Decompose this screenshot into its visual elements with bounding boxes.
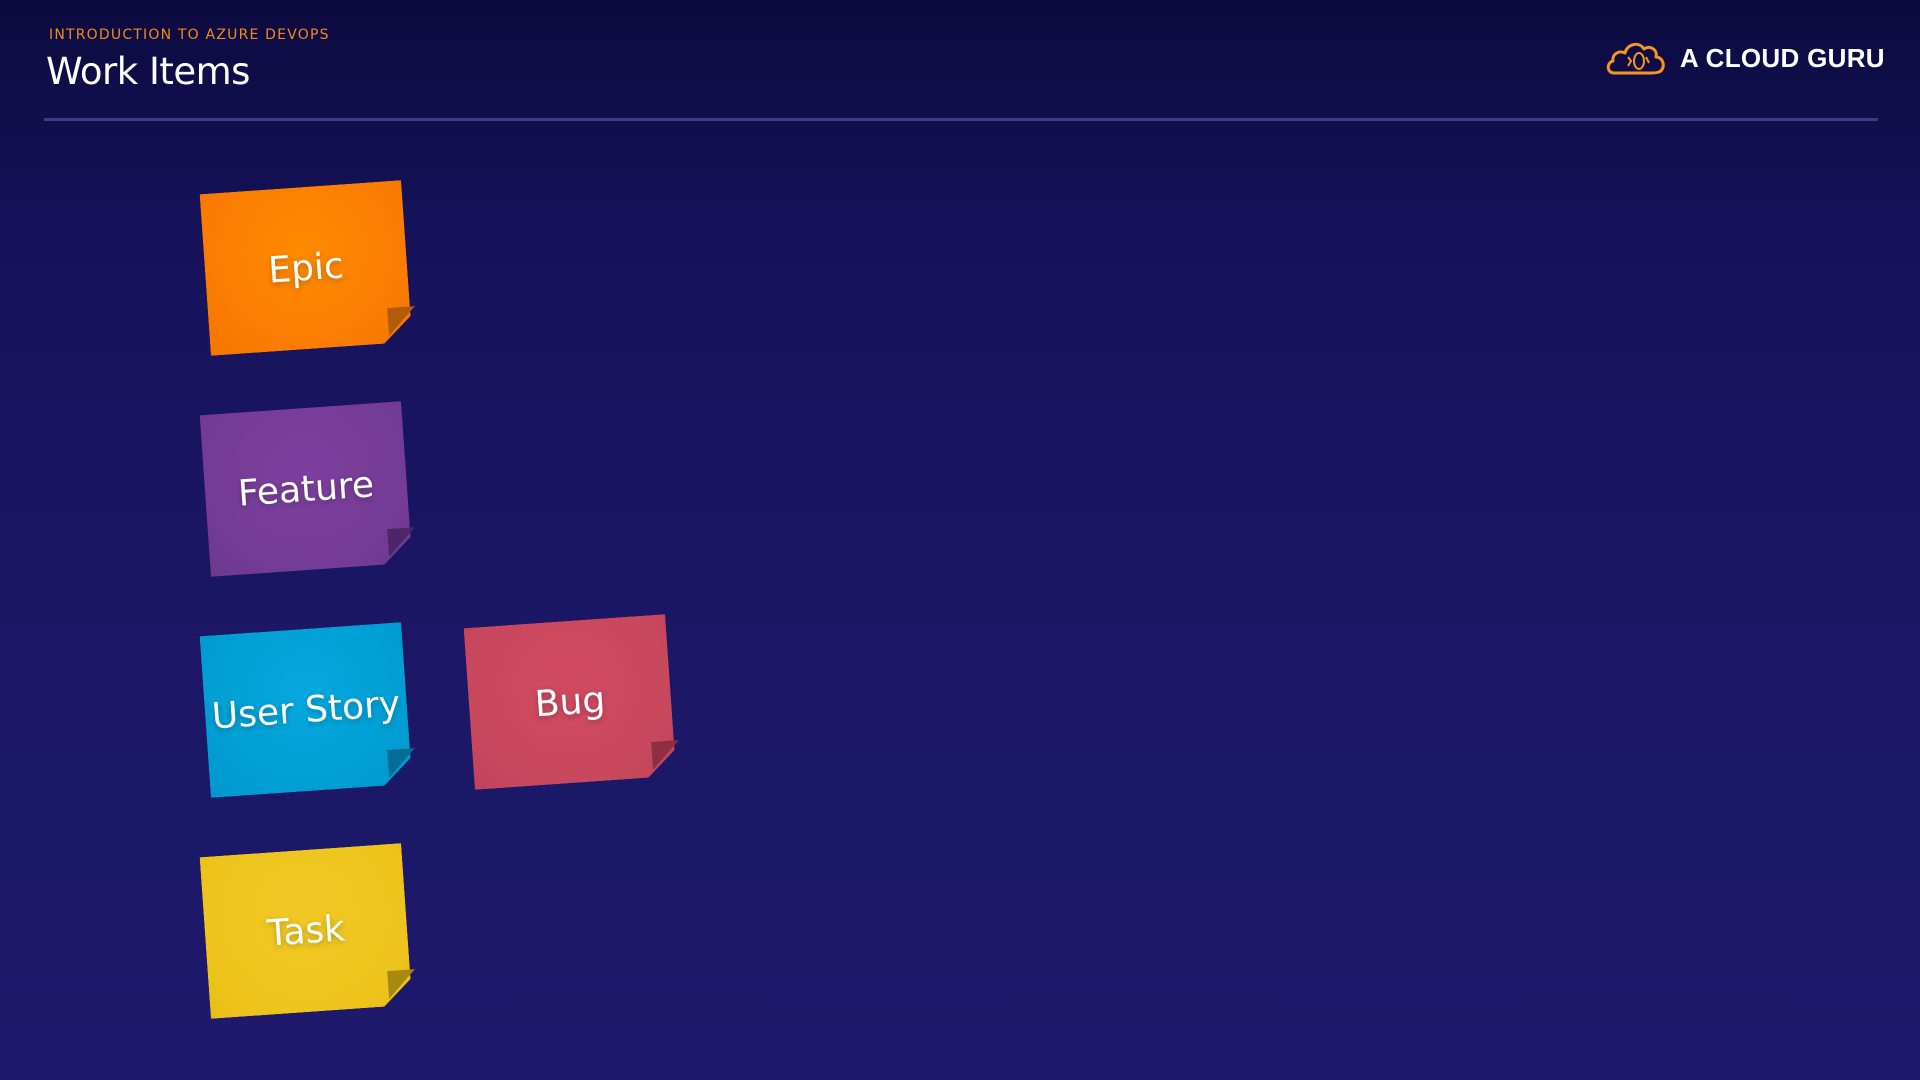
sticky-note-label: Bug <box>533 679 607 725</box>
slide-title: Work Items <box>46 50 250 93</box>
brand-name: A CLOUD GURU <box>1680 42 1885 73</box>
sticky-note-feature: Feature <box>200 401 413 577</box>
course-subtitle: INTRODUCTION TO AZURE DEVOPS <box>49 27 330 43</box>
sticky-note-task: Task <box>200 843 413 1019</box>
header-divider <box>44 118 1878 121</box>
sticky-note-user-story: User Story <box>200 622 413 798</box>
sticky-note-bug: Bug <box>464 614 677 790</box>
note-fold-corner <box>387 969 417 999</box>
sticky-note-epic: Epic <box>200 180 413 356</box>
note-fold-corner <box>387 527 417 557</box>
sticky-note-label: Feature <box>236 463 376 515</box>
note-fold-corner <box>387 306 417 336</box>
slide-header: INTRODUCTION TO AZURE DEVOPS Work Items … <box>0 0 1920 122</box>
brand-logo-lockup: A CLOUD GURU <box>1604 36 1885 80</box>
cloud-guru-logo-icon <box>1606 42 1665 75</box>
note-fold-corner <box>387 748 417 778</box>
sticky-note-label: User Story <box>210 682 402 738</box>
sticky-note-label: Epic <box>266 244 346 292</box>
note-fold-corner <box>651 740 681 770</box>
sticky-note-label: Task <box>265 907 347 955</box>
